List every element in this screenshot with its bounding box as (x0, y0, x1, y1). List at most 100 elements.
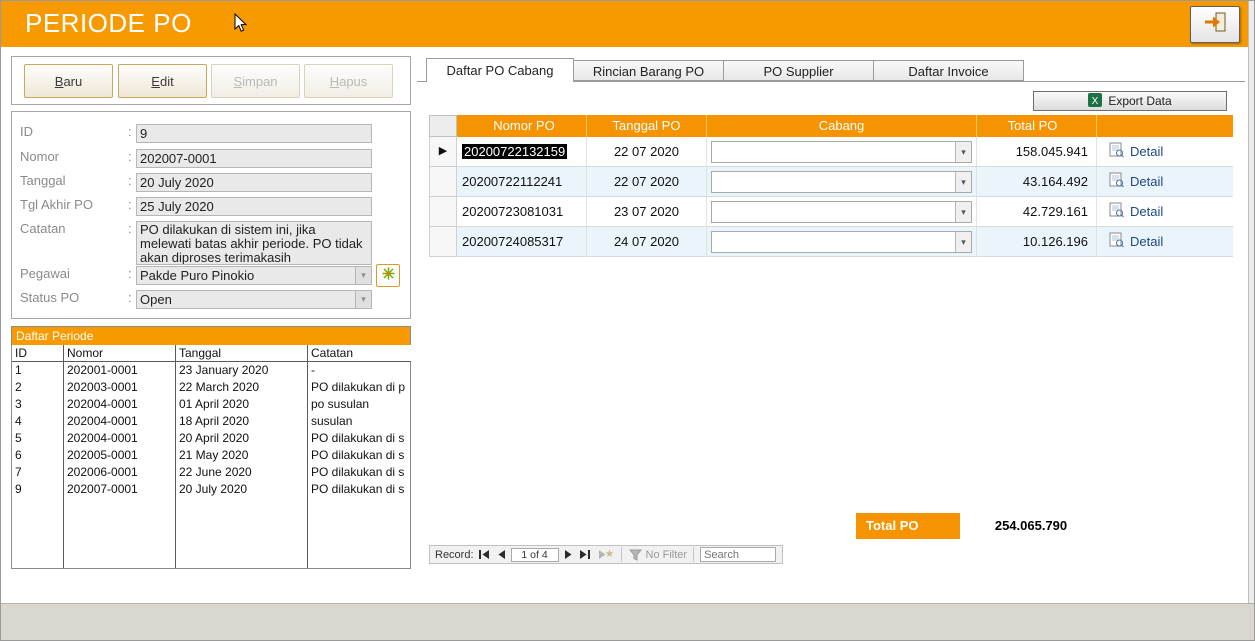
detail-link[interactable]: Detail (1130, 204, 1163, 219)
cabang-select[interactable]: ▾ (711, 141, 972, 163)
list-item[interactable]: 20 April 2020 (176, 430, 307, 447)
cabang-select[interactable]: ▾ (711, 171, 972, 193)
record-selector[interactable]: ▶ (429, 137, 457, 167)
record-selector[interactable] (429, 167, 457, 197)
chevron-down-icon[interactable]: ▾ (955, 172, 971, 192)
exit-button[interactable] (1190, 6, 1240, 43)
cell-total-po[interactable]: 158.045.941 (977, 137, 1097, 167)
hapus-button: Hapus (304, 64, 393, 98)
list-item[interactable]: 9 (12, 481, 63, 498)
list-item[interactable]: 4 (12, 413, 63, 430)
new-record-icon[interactable] (596, 549, 615, 560)
chevron-down-icon[interactable]: ▾ (355, 291, 371, 308)
list-item[interactable]: 3 (12, 396, 63, 413)
list-item[interactable]: 18 April 2020 (176, 413, 307, 430)
list-item[interactable]: 7 (12, 464, 63, 481)
first-record-icon[interactable] (477, 549, 492, 560)
next-record-icon[interactable] (562, 549, 575, 560)
last-record-icon[interactable] (578, 549, 593, 560)
list-item[interactable]: - (308, 362, 411, 379)
chevron-down-icon[interactable]: ▾ (955, 202, 971, 222)
tab-daftar-invoice[interactable]: Daftar Invoice (873, 60, 1024, 81)
list-item[interactable]: 22 June 2020 (176, 464, 307, 481)
pegawai-select[interactable]: Pakde Puro Pinokio ▾ (136, 266, 372, 285)
add-pegawai-button[interactable] (376, 264, 400, 287)
export-data-button[interactable]: X Export Data (1033, 91, 1227, 111)
catatan-field[interactable]: PO dilakukan di sistem ini, jika melewat… (136, 221, 372, 265)
record-selector[interactable] (429, 227, 457, 257)
cell-nomor-po[interactable]: 20200723081031 (457, 197, 587, 227)
search-input[interactable] (700, 547, 776, 562)
list-item[interactable]: 202004-0001 (64, 430, 175, 447)
list-item[interactable]: 202007-0001 (64, 481, 175, 498)
cell-total-po[interactable]: 43.164.492 (977, 167, 1097, 197)
selected-cell-text: 20200722132159 (462, 144, 567, 159)
cell-tanggal-po[interactable]: 23 07 2020 (587, 197, 707, 227)
list-item[interactable]: 2 (12, 379, 63, 396)
tanggal-field[interactable]: 20 July 2020 (136, 173, 372, 192)
tab-daftar-po-cabang[interactable]: Daftar PO Cabang (426, 58, 574, 82)
list-item[interactable]: 6 (12, 447, 63, 464)
cell-tanggal-po[interactable]: 24 07 2020 (587, 227, 707, 257)
cabang-select[interactable]: ▾ (711, 231, 972, 253)
no-filter-button[interactable]: No Filter (646, 549, 688, 561)
toolbar-panel: Baru Edit Simpan Hapus (11, 56, 411, 105)
list-item[interactable]: 202004-0001 (64, 396, 175, 413)
chevron-down-icon[interactable]: ▾ (955, 142, 971, 162)
table-row: 20200723081031 23 07 2020 ▾ 42.729.161 D… (429, 197, 1233, 227)
list-item[interactable]: PO dilakukan di s (308, 464, 411, 481)
cell-total-po[interactable]: 42.729.161 (977, 197, 1097, 227)
list-item[interactable]: 21 May 2020 (176, 447, 307, 464)
list-item[interactable]: 202001-0001 (64, 362, 175, 379)
current-record-arrow-icon: ▶ (439, 145, 447, 157)
list-item[interactable]: 20 July 2020 (176, 481, 307, 498)
chevron-down-icon[interactable]: ▾ (955, 232, 971, 252)
total-po-label: Total PO (856, 513, 960, 539)
list-item[interactable]: 5 (12, 430, 63, 447)
baru-button[interactable]: Baru (24, 64, 113, 98)
cabang-select[interactable]: ▾ (711, 201, 972, 223)
cell-total-po[interactable]: 10.126.196 (977, 227, 1097, 257)
detail-link[interactable]: Detail (1130, 144, 1163, 159)
cell-tanggal-po[interactable]: 22 07 2020 (587, 137, 707, 167)
list-item[interactable]: po susulan (308, 396, 411, 413)
window-bottom-edge (1, 603, 1254, 641)
tgl-akhir-po-colon: : (128, 197, 132, 212)
list-item[interactable]: PO dilakukan di p (308, 379, 411, 396)
id-label: ID (20, 124, 33, 139)
edit-button[interactable]: Edit (118, 64, 207, 98)
daftar-periode-panel: Daftar Periode ID 1 2 3 4 5 6 7 9 Nomor … (11, 326, 411, 569)
list-item[interactable]: 202003-0001 (64, 379, 175, 396)
cell-nomor-po[interactable]: 20200724085317 (457, 227, 587, 257)
previous-record-icon[interactable] (495, 549, 508, 560)
po-table-header-row: Nomor PO Tanggal PO Cabang Total PO (429, 115, 1233, 137)
list-item[interactable]: PO dilakukan di s (308, 430, 411, 447)
list-item[interactable]: 22 March 2020 (176, 379, 307, 396)
list-item[interactable]: 202004-0001 (64, 413, 175, 430)
tab-po-supplier[interactable]: PO Supplier (723, 60, 874, 81)
cell-nomor-po[interactable]: 20200722112241 (457, 167, 587, 197)
nomor-field[interactable]: 202007-0001 (136, 149, 372, 168)
list-item[interactable]: 01 April 2020 (176, 396, 307, 413)
list-item[interactable]: PO dilakukan di s (308, 481, 411, 498)
record-selector-header (429, 115, 457, 137)
list-item[interactable]: PO dilakukan di s (308, 447, 411, 464)
list-item[interactable]: 202005-0001 (64, 447, 175, 464)
list-item[interactable]: 202006-0001 (64, 464, 175, 481)
cell-nomor-po[interactable]: 20200722132159 (457, 137, 587, 167)
record-selector[interactable] (429, 197, 457, 227)
status-po-select[interactable]: Open ▾ (136, 290, 372, 309)
id-field[interactable]: 9 (136, 124, 372, 143)
record-position-box[interactable]: 1 of 4 (511, 548, 559, 562)
cell-tanggal-po[interactable]: 22 07 2020 (587, 167, 707, 197)
chevron-down-icon[interactable]: ▾ (355, 267, 371, 284)
detail-link[interactable]: Detail (1130, 174, 1163, 189)
list-item[interactable]: susulan (308, 413, 411, 430)
detail-link[interactable]: Detail (1130, 234, 1163, 249)
tab-rincian-barang-po[interactable]: Rincian Barang PO (573, 60, 724, 81)
daftar-periode-header: Daftar Periode (12, 327, 410, 345)
list-item[interactable]: 23 January 2020 (176, 362, 307, 379)
table-row: 20200722112241 22 07 2020 ▾ 43.164.492 D… (429, 167, 1233, 197)
list-item[interactable]: 1 (12, 362, 63, 379)
tgl-akhir-po-field[interactable]: 25 July 2020 (136, 197, 372, 216)
